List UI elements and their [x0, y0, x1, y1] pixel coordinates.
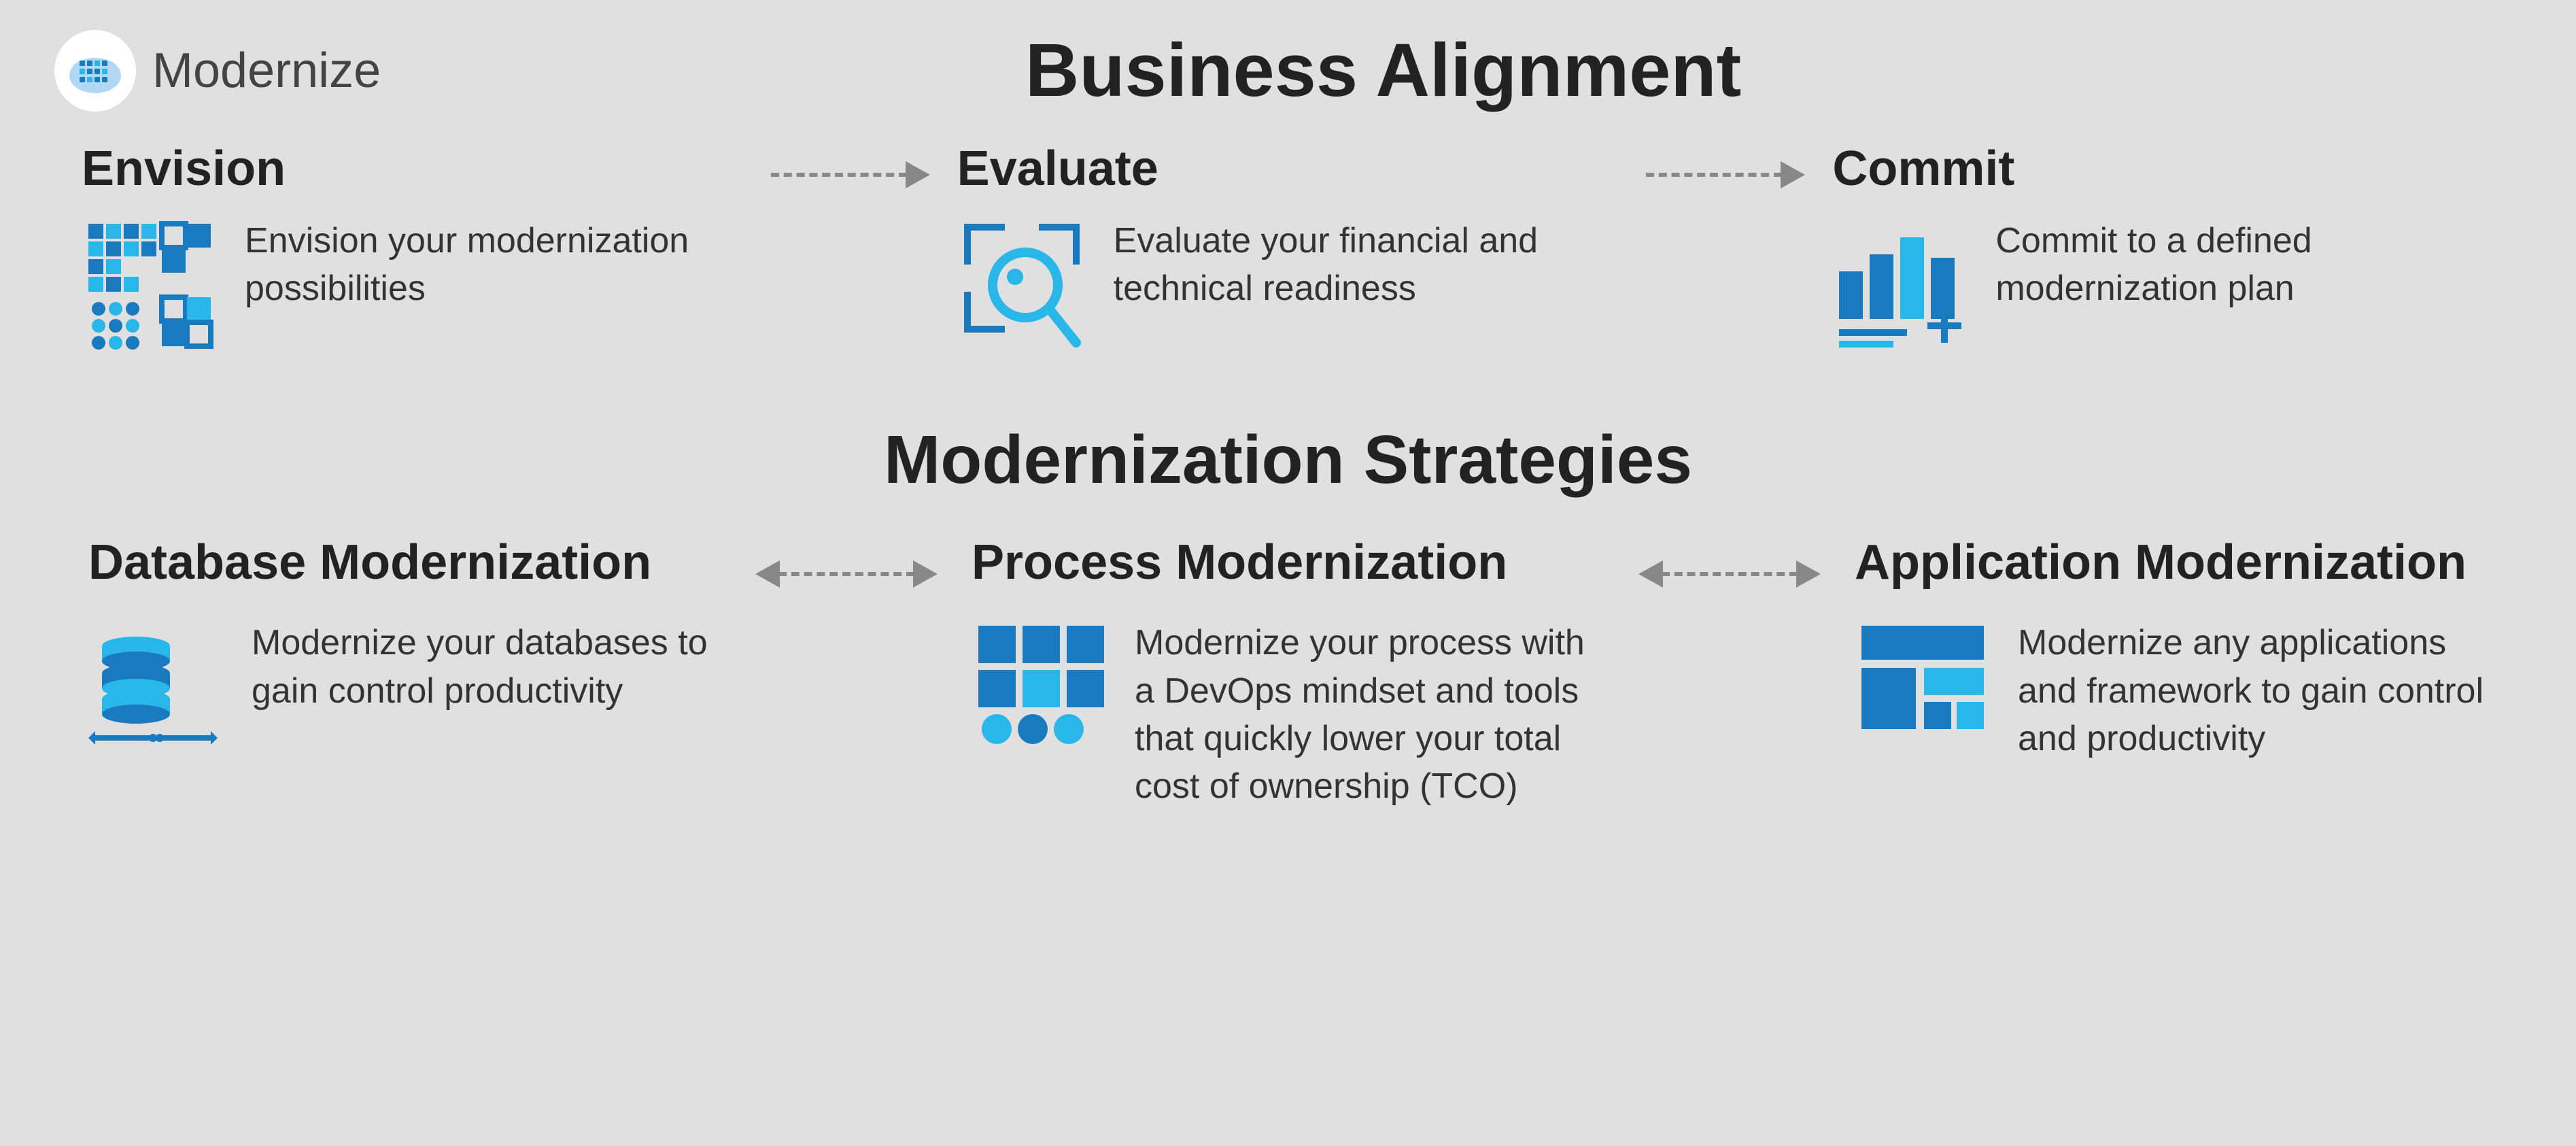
arrow-db-process — [755, 560, 938, 588]
step-commit-desc: Commit to a defined modernization plan — [1995, 217, 2494, 312]
modernize-logo-icon — [54, 30, 136, 112]
step-commit-header: Commit — [1832, 141, 2014, 197]
step-envision-desc: Envision your modernization possibilitie… — [245, 217, 744, 312]
strategy-application-title: Application Modernization — [1855, 533, 2467, 592]
logo-area: Modernize — [54, 30, 381, 112]
step-evaluate-desc: Evaluate your financial and technical re… — [1114, 217, 1619, 312]
step-envision-content: Envision your modernization possibilitie… — [82, 217, 744, 353]
strategies-row: Database Modernization — [54, 533, 2522, 810]
step-evaluate-content: Evaluate your financial and technical re… — [957, 217, 1619, 360]
logo-text: Modernize — [152, 43, 381, 99]
arrow-process-app — [1638, 560, 1821, 588]
strategies-title: Modernization Strategies — [54, 421, 2522, 499]
strategy-database-title: Database Modernization — [88, 533, 651, 592]
header: Modernize Business Alignment — [54, 27, 2522, 114]
application-icon — [1855, 619, 1991, 755]
strategy-database-desc: Modernize your databases to gain control… — [252, 619, 721, 714]
alignment-section: Envision — [54, 141, 2522, 360]
strategy-process: Process Modernization — [938, 533, 1638, 810]
database-icon — [88, 619, 224, 755]
strategy-process-desc: Modernize your process with a DevOps min… — [1135, 619, 1604, 810]
strategy-database-content: Modernize your databases to gain control… — [88, 619, 721, 755]
step-evaluate-title: Evaluate — [957, 141, 1158, 197]
strategy-process-content: Modernize your process with a DevOps min… — [972, 619, 1604, 810]
steps-row: Envision — [54, 141, 2522, 360]
step-commit-title: Commit — [1832, 141, 2014, 197]
strategy-process-title: Process Modernization — [972, 533, 1507, 592]
step-envision-header: Envision — [82, 141, 286, 197]
commit-icon — [1832, 217, 1968, 353]
step-commit: Commit — [1805, 141, 2522, 353]
page-title: Business Alignment — [381, 27, 2386, 114]
strategy-application: Application Modernization Modernize any … — [1821, 533, 2522, 762]
arrow-envision-evaluate — [771, 161, 930, 188]
evaluate-icon — [957, 217, 1086, 360]
envision-icon — [82, 217, 218, 353]
strategy-database: Database Modernization — [54, 533, 755, 755]
process-icon — [972, 619, 1107, 755]
step-envision-title: Envision — [82, 141, 286, 197]
strategy-application-content: Modernize any applications and framework… — [1855, 619, 2488, 762]
strategy-application-desc: Modernize any applications and framework… — [2018, 619, 2488, 762]
arrow-evaluate-commit — [1646, 161, 1805, 188]
step-evaluate-header: Evaluate — [957, 141, 1158, 197]
step-envision: Envision — [54, 141, 771, 353]
step-evaluate: Evaluate — [930, 141, 1647, 360]
step-commit-content: Commit to a defined modernization plan — [1832, 217, 2494, 353]
strategies-section: Modernization Strategies Database Modern… — [54, 401, 2522, 810]
